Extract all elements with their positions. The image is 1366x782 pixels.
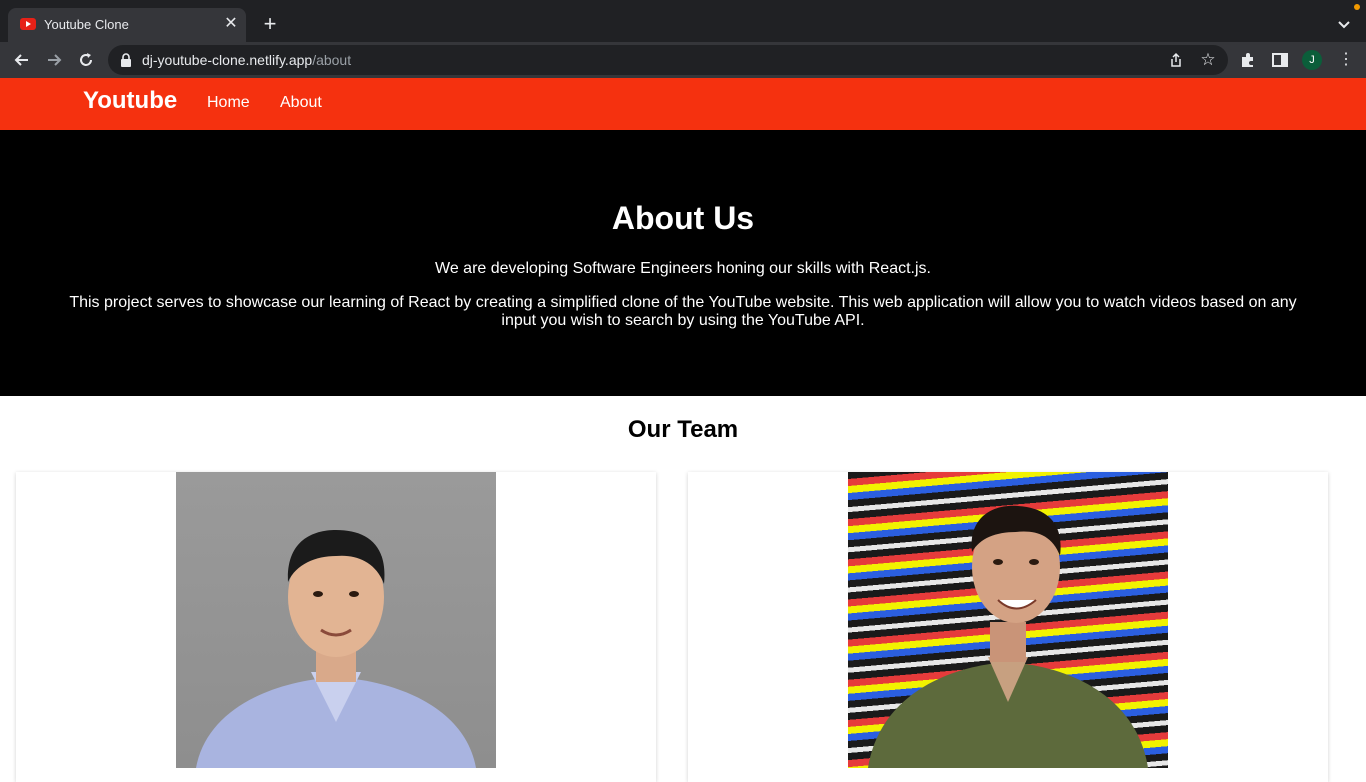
close-tab-icon[interactable]: ✕ <box>222 15 240 33</box>
kebab-menu-icon[interactable]: ⋮ <box>1338 50 1354 70</box>
portrait-illustration <box>196 530 476 768</box>
chevron-down-icon[interactable] <box>1334 14 1354 34</box>
notification-dot <box>1354 4 1360 10</box>
back-arrow-icon[interactable] <box>12 50 32 70</box>
team-section-title: Our Team <box>627 416 739 443</box>
browser-tab-bar: Youtube Clone ✕ + <box>0 0 1366 42</box>
hero-description-text: This project serves to showcase our lear… <box>69 294 1297 329</box>
team-member-card <box>688 472 1328 782</box>
extensions-puzzle-icon[interactable] <box>1238 50 1258 70</box>
hero-intro-text: We are developing Software Engineers hon… <box>435 260 931 277</box>
nav-link-about[interactable]: About <box>280 94 322 112</box>
profile-avatar[interactable]: J <box>1302 50 1322 70</box>
team-member-photo <box>176 472 496 768</box>
bookmark-star-icon[interactable]: ☆ <box>1198 50 1218 70</box>
page-title: About Us <box>611 200 755 236</box>
address-bar[interactable]: dj-youtube-clone.netlify.app/about ☆ <box>108 45 1228 75</box>
site-navbar: Youtube Home About <box>0 78 1366 130</box>
team-member-card <box>16 472 656 782</box>
site-brand-link[interactable]: Youtube <box>83 87 177 115</box>
new-tab-icon[interactable]: + <box>260 13 280 35</box>
portrait-illustration <box>868 505 1148 768</box>
forward-arrow-icon[interactable] <box>44 50 64 70</box>
nav-link-home[interactable]: Home <box>207 94 250 112</box>
tab-title: Youtube Clone <box>44 17 129 32</box>
browser-tab[interactable]: Youtube Clone ✕ <box>8 8 246 42</box>
side-panel-icon[interactable] <box>1270 50 1290 70</box>
browser-toolbar: dj-youtube-clone.netlify.app/about ☆ J ⋮ <box>0 42 1366 78</box>
lock-icon[interactable] <box>120 53 132 67</box>
url-text[interactable]: dj-youtube-clone.netlify.app/about <box>142 52 351 68</box>
about-hero-section: About Us We are developing Software Engi… <box>0 130 1366 396</box>
team-member-photo <box>848 472 1168 768</box>
reload-icon[interactable] <box>76 50 96 70</box>
youtube-favicon-icon <box>20 18 36 30</box>
share-icon[interactable] <box>1168 52 1184 68</box>
